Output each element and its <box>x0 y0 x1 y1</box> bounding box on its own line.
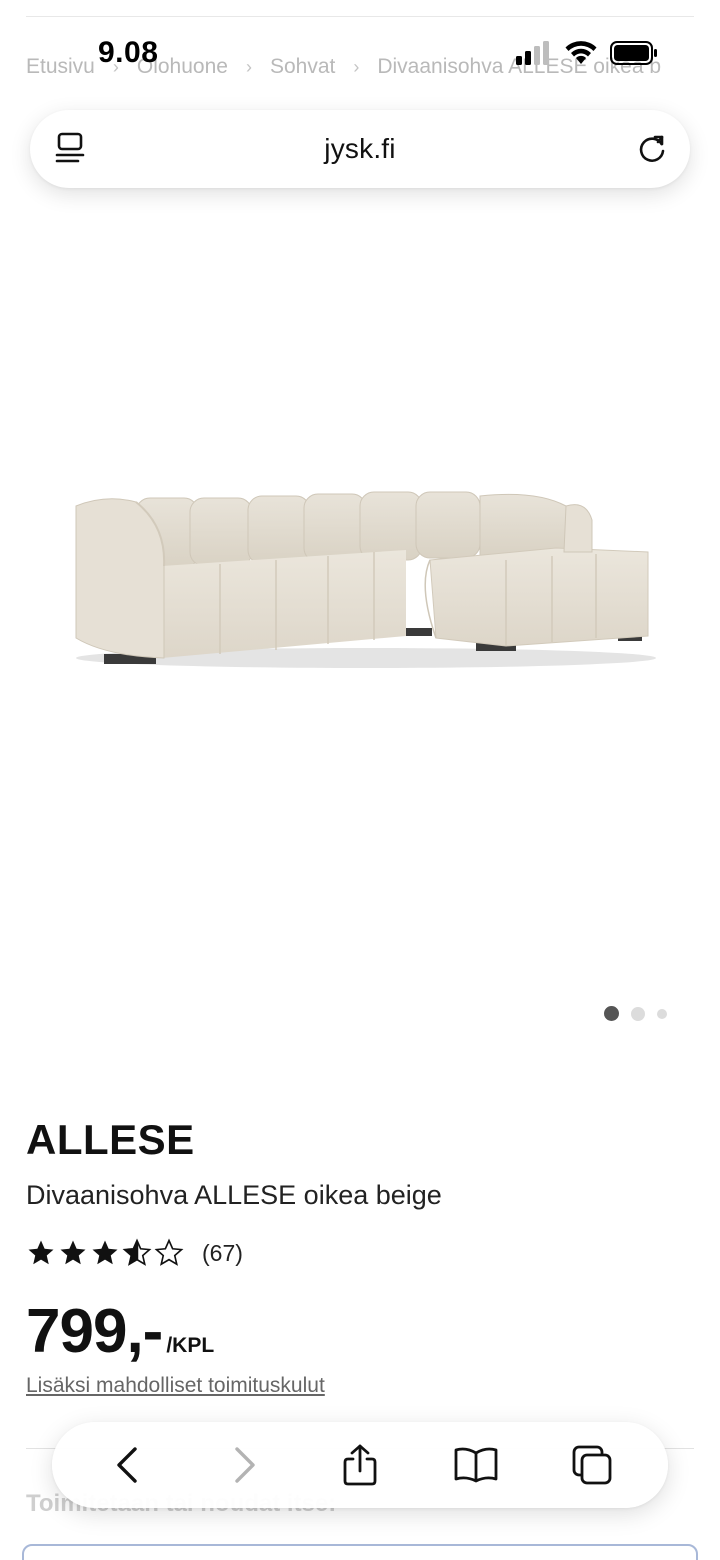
bookmarks-button[interactable] <box>444 1433 508 1497</box>
delivery-option-box[interactable] <box>22 1544 698 1560</box>
star-full-icon <box>92 1240 118 1265</box>
tabs-icon <box>572 1445 612 1485</box>
rating-stars <box>26 1238 184 1268</box>
url-text[interactable]: jysk.fi <box>324 133 395 165</box>
wifi-icon <box>565 41 597 64</box>
star-full-icon <box>60 1240 86 1265</box>
product-image[interactable] <box>66 486 656 676</box>
status-icons <box>516 40 658 66</box>
book-icon <box>454 1447 498 1483</box>
gallery-dot[interactable] <box>631 1006 645 1021</box>
star-half-icon <box>122 1238 152 1266</box>
cellular-signal-icon <box>516 41 549 65</box>
gallery-dot[interactable] <box>604 1006 619 1021</box>
battery-icon <box>610 41 657 65</box>
product-name: ALLESE <box>26 1116 195 1163</box>
shipping-costs-link[interactable]: Lisäksi mahdolliset toimituskulut <box>26 1374 325 1398</box>
gallery-dot[interactable] <box>657 1008 667 1019</box>
gallery-pagination <box>604 1006 667 1021</box>
page-menu-icon[interactable] <box>54 130 88 173</box>
star-full-icon <box>28 1240 54 1265</box>
status-bar: 9.08 <box>0 0 720 100</box>
price-amount: 799,- <box>26 1297 163 1366</box>
address-bar[interactable]: jysk.fi <box>30 110 690 188</box>
product-price: 799,- /KPL <box>26 1296 214 1367</box>
back-icon <box>117 1447 137 1483</box>
forward-icon <box>235 1447 255 1483</box>
tabs-button[interactable] <box>560 1433 624 1497</box>
star-empty-icon <box>154 1238 184 1266</box>
review-count[interactable]: (67) <box>202 1240 243 1267</box>
share-icon <box>343 1444 377 1486</box>
forward-button[interactable] <box>212 1433 276 1497</box>
share-button[interactable] <box>328 1433 392 1497</box>
reload-icon[interactable] <box>634 131 670 172</box>
product-rating[interactable]: (67) <box>26 1238 243 1268</box>
product-description: Divaanisohva ALLESE oikea beige <box>26 1180 442 1210</box>
back-button[interactable] <box>96 1433 160 1497</box>
browser-toolbar <box>52 1422 668 1508</box>
price-unit: /KPL <box>166 1334 215 1357</box>
status-time: 9.08 <box>98 36 159 69</box>
